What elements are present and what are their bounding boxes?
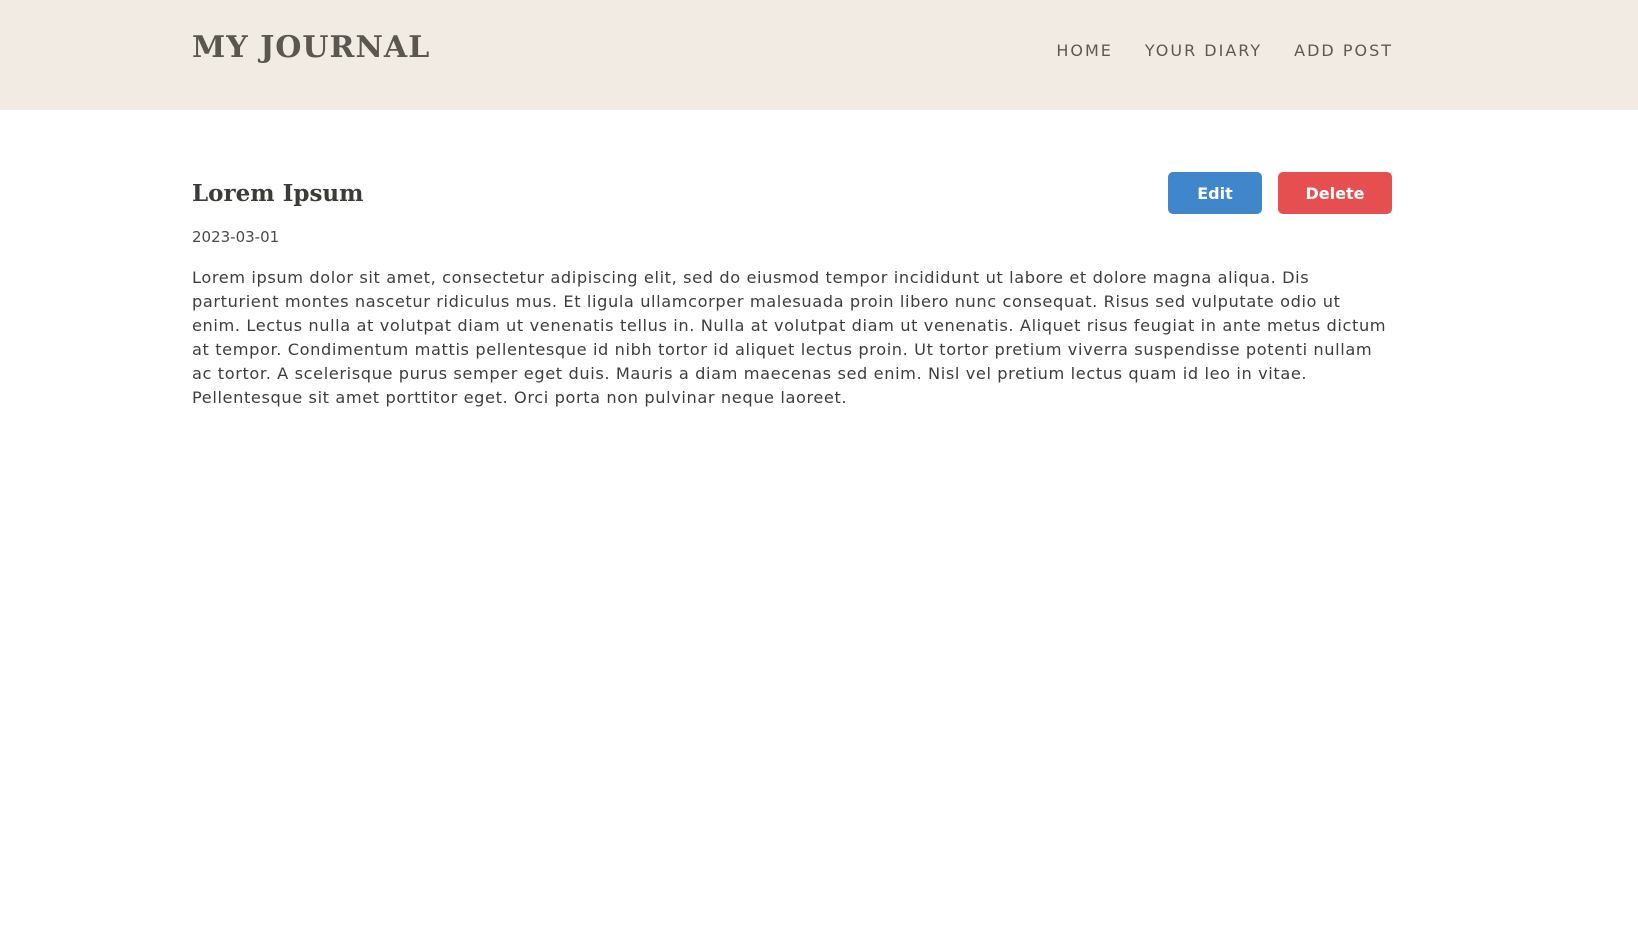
nav-link-home[interactable]: HOME bbox=[1056, 41, 1113, 60]
nav-link-add-post[interactable]: ADD POST bbox=[1294, 41, 1393, 60]
site-brand[interactable]: MY JOURNAL bbox=[192, 30, 430, 65]
post-date: 2023-03-01 bbox=[192, 228, 280, 246]
post-title: Lorem Ipsum bbox=[192, 180, 364, 207]
nav-link-your-diary[interactable]: YOUR DIARY bbox=[1145, 41, 1262, 60]
site-header: MY JOURNAL HOME YOUR DIARY ADD POST bbox=[0, 0, 1638, 110]
post-body: Lorem ipsum dolor sit amet, consectetur … bbox=[192, 268, 1387, 407]
delete-button[interactable]: Delete bbox=[1278, 172, 1392, 214]
edit-button[interactable]: Edit bbox=[1168, 172, 1262, 214]
main-nav: HOME YOUR DIARY ADD POST bbox=[1056, 41, 1393, 60]
